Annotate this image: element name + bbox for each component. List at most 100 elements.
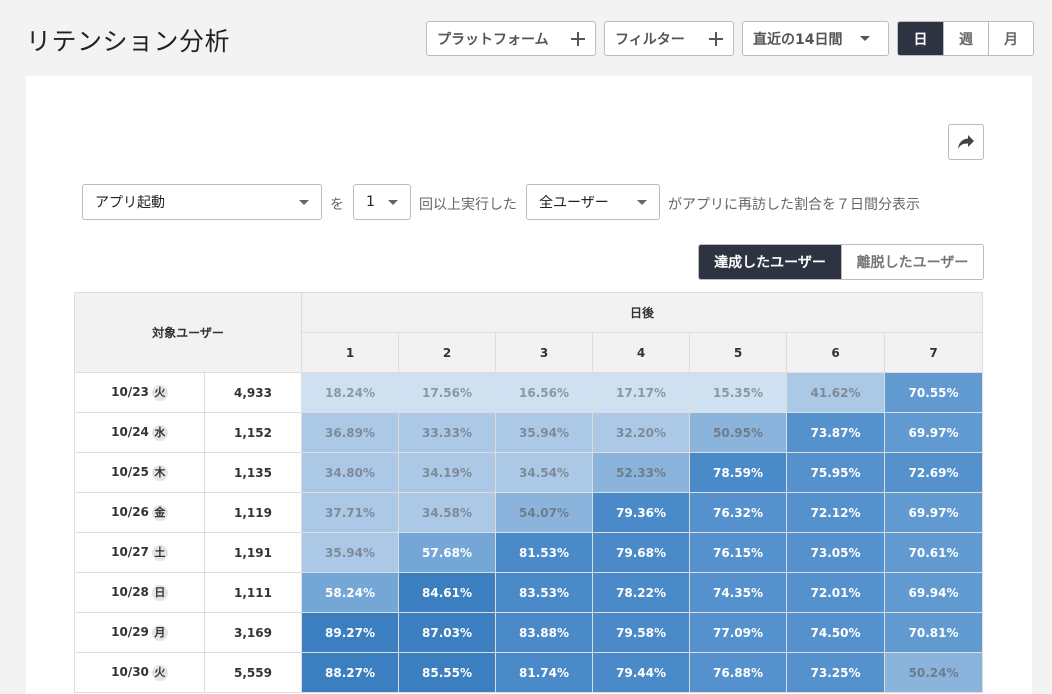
header-day-7: 7 (884, 332, 983, 373)
retention-cell[interactable]: 72.01% (786, 572, 885, 613)
retention-cell[interactable]: 18.24% (301, 372, 399, 413)
retention-cell[interactable]: 33.33% (398, 412, 496, 453)
retention-cell[interactable]: 79.68% (592, 532, 690, 573)
retention-cell[interactable]: 34.58% (398, 492, 496, 533)
retention-cell[interactable]: 69.94% (884, 572, 983, 613)
retention-cell[interactable]: 87.03% (398, 612, 496, 653)
retention-cell[interactable]: 58.24% (301, 572, 399, 613)
plus-icon (709, 31, 723, 46)
retention-cell[interactable]: 81.74% (495, 652, 593, 693)
retention-cell[interactable]: 75.95% (786, 452, 885, 493)
retention-cell[interactable]: 72.12% (786, 492, 885, 533)
retention-cell[interactable]: 15.35% (689, 372, 787, 413)
platform-button-label: プラットフォーム (437, 31, 549, 48)
retention-cell[interactable]: 17.56% (398, 372, 496, 413)
retention-cell[interactable]: 74.50% (786, 612, 885, 653)
retention-cell[interactable]: 50.95% (689, 412, 787, 453)
retention-cell[interactable]: 78.59% (689, 452, 787, 493)
retention-cell[interactable]: 36.89% (301, 412, 399, 453)
retention-cell[interactable]: 84.61% (398, 572, 496, 613)
retention-cell[interactable]: 37.71% (301, 492, 399, 533)
retention-cell[interactable]: 69.97% (884, 412, 983, 453)
cohort-date: 10/28 (111, 584, 149, 599)
cohort-user-count: 1,135 (204, 452, 302, 493)
chevron-down-icon (637, 199, 647, 205)
cohort-date: 10/24 (111, 424, 149, 439)
retention-cell[interactable]: 81.53% (495, 532, 593, 573)
cohort-user-count: 3,169 (204, 612, 302, 653)
retention-cell[interactable]: 69.97% (884, 492, 983, 533)
churned-users-button[interactable]: 離脱したユーザー (841, 245, 983, 279)
retention-cell[interactable]: 85.55% (398, 652, 496, 693)
retention-cell[interactable]: 79.58% (592, 612, 690, 653)
segment-select[interactable]: 全ユーザー (526, 184, 660, 220)
cohort-user-count: 1,111 (204, 572, 302, 613)
chevron-down-icon (388, 199, 398, 205)
retention-cell[interactable]: 17.17% (592, 372, 690, 413)
day-of-week-badge: 土 (151, 544, 168, 561)
cohort-user-count: 5,559 (204, 652, 302, 693)
times-text: 回以上実行した (419, 197, 517, 213)
event-select-value: アプリ起動 (95, 195, 165, 211)
retention-cell[interactable]: 72.69% (884, 452, 983, 493)
period-select[interactable]: 直近の14日間 (742, 21, 889, 56)
retention-cell[interactable]: 88.27% (301, 652, 399, 693)
retention-cell[interactable]: 50.24% (884, 652, 983, 693)
cohort-date: 10/25 (111, 464, 149, 479)
cohort-date-cell: 10/26 金 (74, 492, 205, 533)
retention-cell[interactable]: 70.55% (884, 372, 983, 413)
retention-cell[interactable]: 73.25% (786, 652, 885, 693)
cohort-date: 10/27 (111, 544, 149, 559)
platform-button[interactable]: プラットフォーム (426, 21, 596, 56)
retention-cell[interactable]: 83.88% (495, 612, 593, 653)
achieved-users-button[interactable]: 達成したユーザー (699, 245, 841, 279)
share-button[interactable] (948, 124, 984, 160)
retention-cell[interactable]: 70.81% (884, 612, 983, 653)
retention-cell[interactable]: 79.36% (592, 492, 690, 533)
retention-cell[interactable]: 78.22% (592, 572, 690, 613)
retention-cell[interactable]: 35.94% (495, 412, 593, 453)
retention-cell[interactable]: 52.33% (592, 452, 690, 493)
retention-cell[interactable]: 76.15% (689, 532, 787, 573)
cohort-date-cell: 10/27 土 (74, 532, 205, 573)
cohort-user-count: 1,191 (204, 532, 302, 573)
retention-cell[interactable]: 77.09% (689, 612, 787, 653)
table-row: 10/25 木 1,135 34.80% 34.19% 34.54% 52.33% 78.59… (74, 452, 983, 493)
filter-button[interactable]: フィルター (604, 21, 734, 56)
retention-cell[interactable]: 41.62% (786, 372, 885, 413)
retention-cell[interactable]: 83.53% (495, 572, 593, 613)
retention-cell[interactable]: 32.20% (592, 412, 690, 453)
retention-cell[interactable]: 34.54% (495, 452, 593, 493)
day-of-week-badge: 金 (151, 504, 168, 521)
retention-cell[interactable]: 70.61% (884, 532, 983, 573)
retention-cell[interactable]: 76.88% (689, 652, 787, 693)
table-row: 10/29 月 3,169 89.27% 87.03% 83.88% 79.58% 77.09… (74, 612, 983, 653)
retention-cell[interactable]: 73.05% (786, 532, 885, 573)
retention-cell[interactable]: 89.27% (301, 612, 399, 653)
granularity-day-button[interactable]: 日 (898, 22, 943, 55)
cohort-date-cell: 10/24 水 (74, 412, 205, 453)
period-select-value: 直近の14日間 (753, 31, 843, 48)
granularity-week-button[interactable]: 週 (943, 22, 988, 55)
retention-cell[interactable]: 54.07% (495, 492, 593, 533)
filter-button-label: フィルター (615, 31, 685, 48)
day-of-week-badge: 木 (151, 464, 168, 481)
retention-cell[interactable]: 76.32% (689, 492, 787, 533)
retention-cell[interactable]: 57.68% (398, 532, 496, 573)
retention-cell[interactable]: 35.94% (301, 532, 399, 573)
count-select[interactable]: 1 (353, 184, 411, 220)
header-day-2: 2 (398, 332, 496, 373)
page-title: リテンション分析 (26, 27, 231, 56)
retention-cell[interactable]: 16.56% (495, 372, 593, 413)
connector-wo: を (330, 197, 344, 213)
retention-cell[interactable]: 74.35% (689, 572, 787, 613)
granularity-month-button[interactable]: 月 (988, 22, 1033, 55)
header-day-3: 3 (495, 332, 593, 373)
retention-cell[interactable]: 73.87% (786, 412, 885, 453)
day-of-week-badge: 水 (151, 424, 168, 441)
retention-cell[interactable]: 79.44% (592, 652, 690, 693)
event-select[interactable]: アプリ起動 (82, 184, 322, 220)
retention-cell[interactable]: 34.80% (301, 452, 399, 493)
cohort-user-count: 1,152 (204, 412, 302, 453)
retention-cell[interactable]: 34.19% (398, 452, 496, 493)
